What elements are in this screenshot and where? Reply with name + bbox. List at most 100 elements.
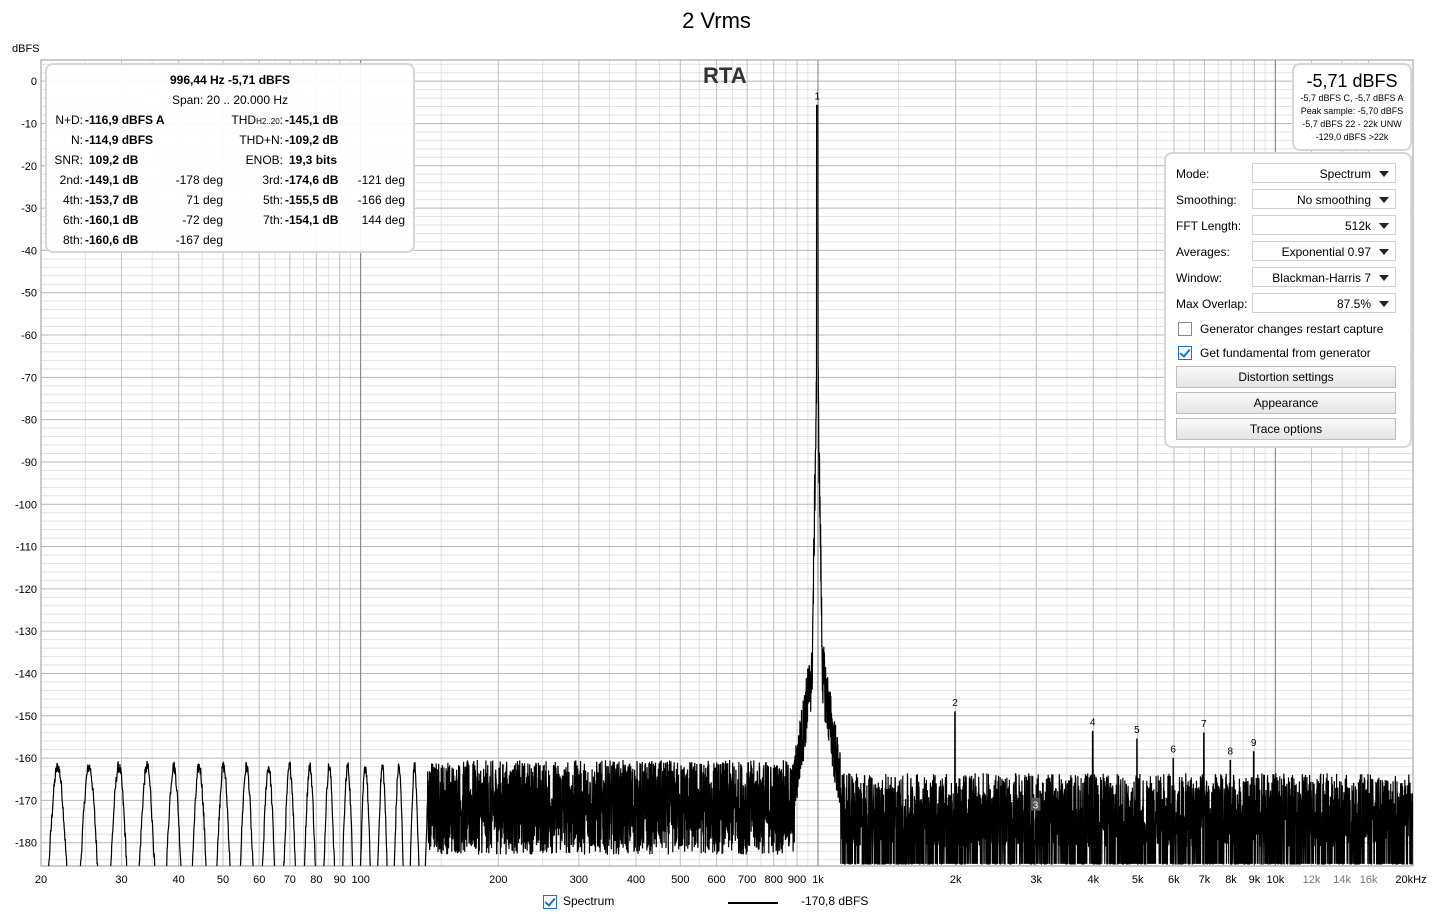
x-tick-label: 900 — [788, 874, 806, 886]
y-tick-label: -40 — [21, 245, 37, 257]
harmonic-label: 6th: — [62, 213, 83, 227]
n-value: -114,9 dBFS — [85, 133, 154, 147]
harmonic-phase: 144 deg — [361, 213, 405, 227]
harmonic-label: 3rd: — [262, 173, 283, 187]
harmonic-label: 5th: — [262, 193, 283, 207]
y-tick-label: -30 — [21, 203, 37, 215]
rta-label: RTA — [703, 63, 747, 88]
x-tick-label: 3k — [1030, 874, 1042, 886]
x-tick-label: 20 — [35, 874, 47, 886]
window-select[interactable]: Blackman-Harris 7 — [1252, 267, 1396, 287]
fft-length-select[interactable]: 512k — [1252, 215, 1396, 235]
x-tick-label: 50 — [217, 874, 229, 886]
x-tick-label: 100 — [351, 874, 369, 886]
peak-detail-line: -129,0 dBFS >22k — [1315, 132, 1389, 142]
averages-value: Exponential 0.97 — [1281, 245, 1371, 259]
max-overlap-label: Max Overlap: — [1176, 297, 1248, 311]
x-tick-label: 90 — [334, 874, 346, 886]
x-tick-label: 16k — [1360, 874, 1378, 886]
trace-options-button[interactable]: Trace options — [1176, 418, 1396, 440]
averages-select[interactable]: Exponential 0.97 — [1252, 241, 1396, 261]
fundamental-readout: 996,44 Hz -5,71 dBFS — [169, 73, 291, 87]
smoothing-select[interactable]: No smoothing — [1252, 189, 1396, 209]
x-tick-label: 60 — [253, 874, 265, 886]
rta-control-panel: Mode: Spectrum Smoothing: No smoothing F… — [1164, 152, 1412, 448]
peak-level-value: -5,71 dBFS — [1306, 71, 1398, 91]
smoothing-label: Smoothing: — [1176, 193, 1237, 207]
mode-label: Mode: — [1176, 167, 1210, 181]
y-tick-label: -10 — [21, 118, 37, 130]
spectrum-legend-swatch — [728, 902, 778, 904]
x-tick-label: 70 — [284, 874, 296, 886]
mode-value: Spectrum — [1319, 167, 1371, 181]
y-tick-label: -140 — [15, 668, 37, 680]
x-tick-label: 80 — [310, 874, 322, 886]
peak-level-box: -5,71 dBFS -5,7 dBFS C, -5,7 dBFS A Peak… — [1292, 63, 1412, 151]
thdn-label: THD+N: — [239, 133, 283, 147]
harmonic-phase: -166 deg — [357, 193, 405, 207]
harmonic-phase: -121 deg — [357, 173, 405, 187]
harmonic-label: 2nd: — [59, 173, 83, 187]
y-axis-unit: dBFS — [12, 43, 40, 55]
distortion-settings-button[interactable]: Distortion settings — [1176, 366, 1396, 388]
y-tick-label: 0 — [31, 76, 37, 88]
x-tick-label: 14k — [1333, 874, 1351, 886]
fundamental-from-generator-label: Get fundamental from generator — [1200, 346, 1371, 360]
harmonic-label: 4th: — [62, 193, 83, 207]
y-tick-label: -110 — [16, 542, 37, 554]
enob-value: 19,3 bits — [289, 153, 338, 167]
nd-value: -116,9 dBFS A — [85, 113, 165, 127]
harmonic-value: -155,5 dB — [285, 193, 339, 207]
x-tick-label: 10k — [1266, 874, 1284, 886]
averages-label: Averages: — [1176, 245, 1230, 259]
peak-detail-line: -5,7 dBFS C, -5,7 dBFS A — [1300, 93, 1404, 103]
y-tick-label: -70 — [21, 372, 37, 384]
fft-length-value: 512k — [1344, 219, 1371, 233]
x-tick-label: 7k — [1199, 874, 1211, 886]
harmonic-marker-label: 1 — [815, 91, 821, 102]
dropdown-arrow-icon — [1379, 275, 1389, 281]
x-tick-label: 12k — [1303, 874, 1321, 886]
enob-label: ENOB: — [245, 153, 283, 167]
x-tick-label: 800 — [764, 874, 782, 886]
harmonic-phase: 71 deg — [186, 193, 223, 207]
restart-capture-checkbox[interactable] — [1178, 322, 1192, 336]
max-overlap-select[interactable]: 87.5% — [1252, 293, 1396, 313]
cursor-value-readout: -170,8 dBFS — [801, 894, 869, 908]
y-tick-label: -130 — [15, 626, 37, 638]
window-label: Window: — [1176, 271, 1223, 285]
harmonic-value: -149,1 dB — [85, 173, 139, 187]
fundamental-from-generator-checkbox[interactable] — [1178, 346, 1192, 360]
thdn-value: -109,2 dB — [285, 133, 339, 147]
harmonic-marker-label: 5 — [1134, 725, 1140, 736]
harmonic-label: 8th: — [62, 233, 83, 247]
harmonic-marker-label: 7 — [1201, 719, 1207, 730]
x-tick-label: 6k — [1168, 874, 1180, 886]
dropdown-arrow-icon — [1379, 223, 1389, 229]
harmonic-marker-label: 3 — [1033, 801, 1039, 812]
y-tick-label: -120 — [15, 584, 37, 596]
mode-select[interactable]: Spectrum — [1252, 163, 1396, 183]
x-tick-label: 1k — [812, 874, 824, 886]
x-tick-label: 20kHz — [1395, 874, 1426, 886]
harmonic-marker-label: 4 — [1090, 717, 1096, 728]
y-tick-label: -90 — [21, 457, 37, 469]
thd-label: THDH2..20: — [231, 113, 283, 127]
nd-label: N+D: — [55, 113, 83, 127]
spectrum-legend-checkbox[interactable] — [543, 895, 557, 909]
x-tick-label: 4k — [1088, 874, 1100, 886]
x-tick-label: 9k — [1249, 874, 1261, 886]
y-tick-label: -170 — [15, 795, 37, 807]
chart-title: 2 Vrms — [682, 8, 751, 33]
y-tick-label: -180 — [15, 838, 37, 850]
x-tick-label: 40 — [173, 874, 185, 886]
appearance-button[interactable]: Appearance — [1176, 392, 1396, 414]
snr-label: SNR: — [54, 153, 83, 167]
fft-length-label: FFT Length: — [1176, 219, 1242, 233]
harmonic-marker-label: 8 — [1228, 747, 1234, 758]
x-tick-label: 500 — [671, 874, 689, 886]
snr-value: 109,2 dB — [89, 153, 139, 167]
x-tick-label: 700 — [738, 874, 756, 886]
x-tick-label: 300 — [570, 874, 588, 886]
y-tick-label: -100 — [15, 499, 37, 511]
